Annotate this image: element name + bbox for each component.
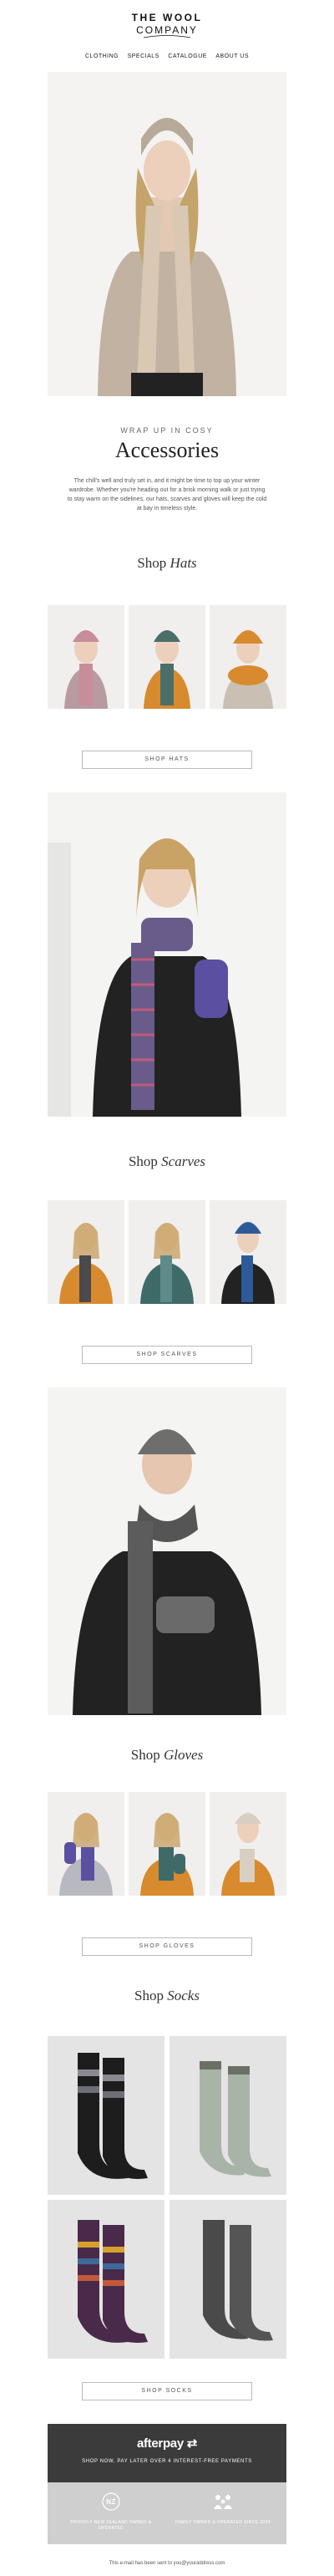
scarves-hero-photo[interactable] <box>48 792 286 1117</box>
afterpay-banner[interactable]: afterpay ⇄ SHOP NOW, PAY LATER OVER 4 IN… <box>48 2424 286 2482</box>
section-title-word: Scarves <box>161 1153 206 1169</box>
gloves-hero-photo[interactable] <box>48 1387 286 1715</box>
hero-headline: Accessories <box>114 438 220 462</box>
hats-photo-1[interactable] <box>48 605 124 709</box>
main-nav: CLOTHING SPECIALS CATALOGUE ABOUT US <box>0 53 334 59</box>
section-title-prefix: Shop <box>128 1153 162 1169</box>
scarves-photo-3[interactable] <box>210 1200 286 1304</box>
socks-photo-2[interactable] <box>170 2036 286 2195</box>
afterpay-logo: afterpay ⇄ <box>48 2436 286 2451</box>
socks-photo-3[interactable] <box>48 2200 164 2359</box>
hero-photo[interactable] <box>48 72 286 396</box>
shop-scarves-button[interactable]: SHOP SCARVES <box>82 1346 252 1364</box>
section-title-word: Gloves <box>164 1747 204 1763</box>
hats-photo-3[interactable] <box>210 605 286 709</box>
section-title-prefix: Shop <box>134 1988 168 2003</box>
section-title-word: Socks <box>167 1988 200 2003</box>
nav-item-specials[interactable]: SPECIALS <box>128 53 159 59</box>
section-title-word: Hats <box>170 555 197 571</box>
socks-photo-1[interactable] <box>48 2036 164 2195</box>
gloves-photo-3[interactable] <box>210 1792 286 1896</box>
afterpay-arrows-icon: ⇄ <box>183 2436 198 2451</box>
trust-badges: NZ PROUDLY NEW ZEALAND OWNED & OPERATED … <box>48 2482 286 2544</box>
section-title-prefix: Shop <box>130 1747 164 1763</box>
shop-gloves-button[interactable]: SHOP GLOVES <box>82 1937 252 1956</box>
hero-kicker: WRAP UP IN COSY <box>120 426 214 435</box>
section-title-prefix: Shop <box>137 555 170 571</box>
section-title-socks: Shop Socks <box>0 1988 334 2004</box>
footer-email-notice: This e-mail has been sent to you@youradd… <box>109 2561 225 2566</box>
section-title-hats: Shop Hats <box>0 555 334 572</box>
nav-item-about-us[interactable]: ABOUT US <box>215 53 249 59</box>
afterpay-logo-text: afterpay <box>136 2436 184 2451</box>
email-header: THE WOOL COMPANY CLOTHING SPECIALS CATAL… <box>0 0 334 72</box>
gloves-photo-2[interactable] <box>129 1792 205 1896</box>
nav-item-clothing[interactable]: CLOTHING <box>85 53 119 59</box>
badge-family-owned: FAMILY OWNED & OPERATED SINCE 2004 <box>173 2492 273 2526</box>
brand-logo[interactable]: THE WOOL COMPANY <box>0 12 334 40</box>
badge-family-owned-text: FAMILY OWNED & OPERATED SINCE 2004 <box>175 2520 271 2525</box>
shop-socks-button[interactable]: SHOP SOCKS <box>82 2382 252 2400</box>
shop-hats-button[interactable]: SHOP HATS <box>82 751 252 769</box>
badge-nz-owned-text: PROUDLY NEW ZEALAND OWNED & OPERATED <box>70 2520 152 2531</box>
badge-nz-owned: NZ PROUDLY NEW ZEALAND OWNED & OPERATED <box>61 2492 161 2532</box>
section-title-gloves: Shop Gloves <box>0 1747 334 1764</box>
hats-photo-2[interactable] <box>129 605 205 709</box>
scarves-photo-2[interactable] <box>129 1200 205 1304</box>
gloves-photo-1[interactable] <box>48 1792 124 1896</box>
scarves-photo-1[interactable] <box>48 1200 124 1304</box>
afterpay-tagline: SHOP NOW, PAY LATER OVER 4 INTEREST-FREE… <box>82 2459 252 2464</box>
section-title-scarves: Shop Scarves <box>0 1153 334 1170</box>
brand-line2: COMPANY <box>136 24 198 36</box>
hero-intro-text: The chill's well and truly set in, and i… <box>67 478 267 512</box>
brand-line1: THE WOOL <box>131 12 203 23</box>
socks-photo-4[interactable] <box>170 2200 286 2359</box>
family-icon <box>214 2495 232 2509</box>
nav-item-catalogue[interactable]: CATALOGUE <box>168 53 207 59</box>
nz-badge-icon: NZ <box>102 2492 120 2511</box>
nz-badge-text: NZ <box>106 2498 115 2506</box>
